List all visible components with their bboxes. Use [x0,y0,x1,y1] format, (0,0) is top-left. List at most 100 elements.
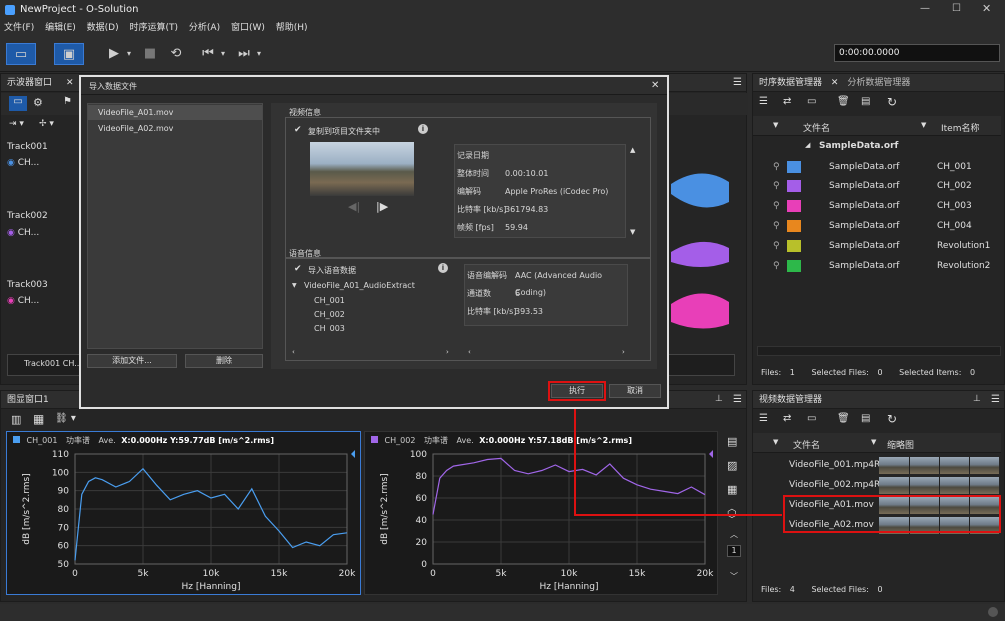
prev-frame-icon[interactable]: ◀| [348,200,360,213]
stop-icon[interactable]: ■ [140,43,160,65]
scroll-right-icon[interactable]: › [622,348,625,356]
collapse-icon[interactable]: ◢ [805,141,810,149]
track-001[interactable]: Track001 [7,142,48,152]
chart-ch002[interactable]: CH_002 功率谱 Ave. X:0.000Hz Y:57.18dB [m/s… [364,431,718,595]
radio-icon[interactable]: ◉ [7,228,15,238]
skip-end-icon[interactable]: ⏭ [234,43,254,65]
tree-child[interactable]: CH_003 [314,324,345,332]
skip-start-dropdown-icon[interactable]: ▾ [218,43,228,65]
menu-help[interactable]: 帮助(H) [276,20,308,36]
panel-menu-icon[interactable]: ☰ [991,394,1000,405]
close-tab-icon[interactable]: ✕ [831,78,839,88]
menu-file[interactable]: 文件(F) [4,20,34,36]
list-item[interactable]: VideoFile_001.mp4Ref [753,455,1004,475]
play-dropdown-icon[interactable]: ▾ [124,43,134,65]
column-file-name[interactable]: 文件名 [793,438,820,451]
close-icon[interactable]: ✕ [982,2,991,15]
scroll-left-icon[interactable]: ‹ [292,348,295,356]
skip-end-dropdown-icon[interactable]: ▾ [254,43,264,65]
list-item[interactable]: VideoFile_002.mp4Ref [753,475,1004,495]
track-view-icon[interactable]: ▭ [9,96,27,111]
menu-data[interactable]: 数据(D) [87,20,119,36]
tree-child[interactable]: CH_001 [314,296,345,305]
save-graph-icon[interactable]: ▥ [11,413,21,426]
image-icon[interactable]: ▨ [727,459,737,472]
radio-icon[interactable]: ◉ [7,296,15,306]
cancel-button[interactable]: 取消 [609,384,661,398]
refresh-icon[interactable]: ↻ [887,412,897,426]
info-icon[interactable]: i [438,263,448,273]
track-001-channel[interactable]: ◉ CH... [7,158,39,168]
group-row[interactable]: ◢ SampleData.orf [753,138,1001,156]
folder-icon[interactable]: ▭ [807,96,816,107]
import-icon[interactable]: ⇄ [783,96,791,107]
file-list[interactable]: VideoFile_A01.mov VideoFile_A02.mov [87,103,263,349]
layout-grid-icon[interactable]: ▦ [33,412,44,426]
column-item-name[interactable]: Item名称 [941,121,980,134]
video-data-tab[interactable]: 视频数据管理器 [753,391,1004,409]
tree-expand-icon[interactable]: ▼ [292,282,297,289]
track-003-channel[interactable]: ◉ CH... [7,296,39,306]
delete-icon[interactable]: 🗑 [837,96,850,107]
radio-icon[interactable]: ◉ [7,158,15,168]
add-file-button[interactable]: 添加文件... [87,354,177,368]
pin-icon[interactable]: ⚲ [773,236,780,256]
table-icon[interactable]: ▦ [727,483,737,496]
document-icon[interactable]: ▤ [727,435,737,448]
list-item[interactable]: ⚲ SampleData.orf CH_003 [753,196,1001,216]
track-002-channel[interactable]: ◉ CH... [7,228,39,238]
chart-ch001[interactable]: CH_001 功率谱 Ave. X:0.000Hz Y:59.77dB [m/s… [6,431,361,595]
panel-menu-icon[interactable]: ☰ [733,394,742,405]
next-frame-icon[interactable]: |▶ [376,200,388,213]
grid-icon[interactable]: ▤ [861,96,870,107]
tab-analysis-data[interactable]: 分析数据管理器 [847,78,910,88]
list-item[interactable]: ⚲ SampleData.orf CH_001 [753,157,1001,177]
spectrum-chart-1[interactable]: 110 100 90 80 70 60 500 5k 10k 15k 20k Hz [Hanning]… [7,448,360,594]
scroll-down-icon[interactable]: ﹀ [730,571,738,582]
column-thumbnail[interactable]: 缩略图 [887,438,914,451]
import-icon[interactable]: ⇄ [783,413,791,424]
panel-menu-icon[interactable]: ☰ [733,77,742,88]
sort-icon[interactable]: ▼ [773,438,778,446]
scroll-down-icon[interactable]: ▼ [630,228,635,236]
pin-icon[interactable]: ⚲ [773,196,780,216]
scroll-up-icon[interactable]: ︿ [730,529,738,540]
delete-icon[interactable]: 🗑 [837,413,850,424]
cursor-tool-icon[interactable]: ⇥ ▾ [9,119,24,129]
pin-panel-icon[interactable]: ⊥ [715,394,723,404]
file-item[interactable]: VideoFile_A02.mov [88,121,262,136]
time-display[interactable]: 0:00:00.0000 [834,44,1000,62]
execute-button[interactable]: 执行 [548,381,606,401]
track-002[interactable]: Track002 [7,211,48,221]
play-icon[interactable]: ▶ [104,43,124,65]
pin-panel-icon[interactable]: ⊥ [973,394,981,404]
oscilloscope-mode-icon[interactable]: ▭ [6,43,36,65]
scroll-right-icon[interactable]: › [446,348,449,356]
list-item[interactable]: ⚲ SampleData.orf CH_002 [753,176,1001,196]
link-icon[interactable]: ⛓ ▾ [55,413,76,424]
grid-icon[interactable]: ▤ [861,413,870,424]
pin-icon[interactable]: ⚲ [773,176,780,196]
close-tab-icon[interactable]: ✕ [66,78,74,88]
waveform-area[interactable] [671,154,731,354]
column-file-name[interactable]: 文件名 [803,121,830,134]
minimize-icon[interactable]: — [920,3,930,14]
scroll-up-icon[interactable]: ▲ [630,146,635,154]
skip-start-icon[interactable]: ⏮ [198,43,218,65]
loop-icon[interactable]: ⟲ [166,43,186,65]
maximize-icon[interactable]: ☐ [952,3,961,14]
dialog-close-icon[interactable]: ✕ [651,80,659,91]
list-item[interactable]: ⚲ SampleData.orf Revolution2 [753,256,1001,276]
sort-icon[interactable]: ▼ [773,121,778,129]
scroll-left-icon[interactable]: ‹ [468,348,471,356]
file-item-selected[interactable]: VideoFile_A01.mov [88,105,262,120]
audio-tree[interactable]: ▼ VideoFile_A01_AudioExtract CH_001 CH_0… [288,278,458,332]
menu-edit[interactable]: 编辑(E) [45,20,76,36]
copy-checkbox[interactable]: ✔ [294,125,302,135]
list-item[interactable]: ⚲ SampleData.orf Revolution1 [753,236,1001,256]
pin-icon[interactable]: ⚲ [773,256,780,276]
add-list-icon[interactable]: ☰ [759,413,768,424]
filter-icon[interactable]: ▼ [921,121,926,129]
add-list-icon[interactable]: ☰ [759,96,768,107]
spectrum-chart-2[interactable]: 100 80 60 40 20 00 5k 10k 15k 20k Hz [Hanning] dB [… [365,448,717,594]
